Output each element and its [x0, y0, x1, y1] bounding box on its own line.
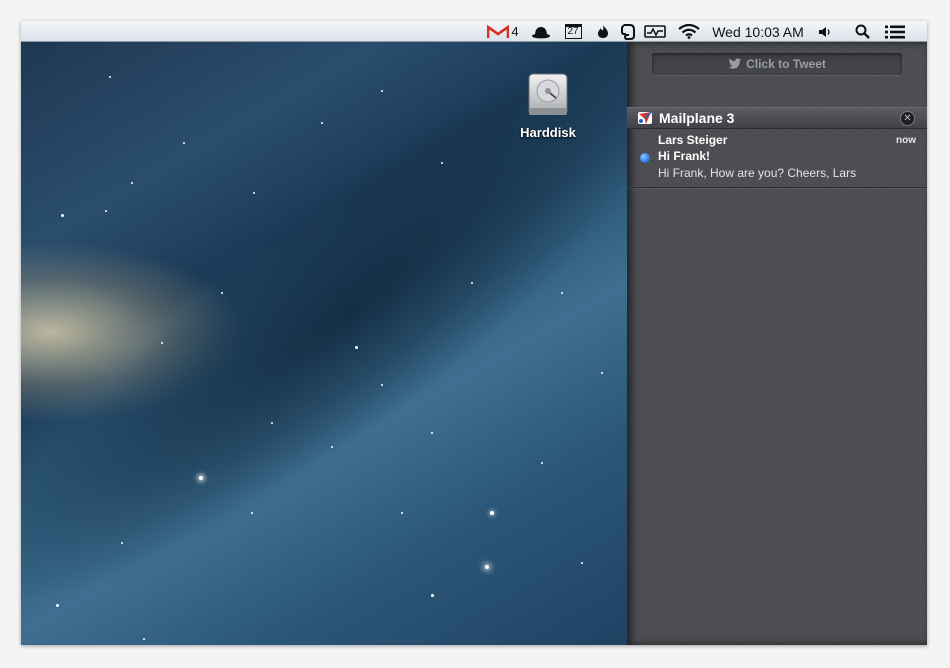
- star: [109, 76, 111, 78]
- notification-subject: Hi Frank!: [658, 149, 711, 163]
- star: [121, 542, 123, 544]
- star: [441, 162, 443, 164]
- desktop-wallpaper: Harddisk: [21, 42, 627, 645]
- star: [183, 142, 185, 144]
- star: [431, 594, 434, 597]
- star: [271, 422, 273, 424]
- menubar-clock[interactable]: Wed 10:03 AM: [707, 21, 809, 42]
- star: [251, 512, 253, 514]
- activity-monitor-icon[interactable]: [643, 21, 667, 42]
- star: [131, 182, 133, 184]
- desktop-icon-label: Harddisk: [520, 125, 576, 140]
- mailplane-section-header[interactable]: Mailplane 3 ✕: [627, 107, 927, 129]
- star: [105, 210, 107, 212]
- star: [401, 512, 403, 514]
- star: [431, 432, 433, 434]
- star: [471, 282, 473, 284]
- star: [485, 565, 489, 569]
- star: [61, 214, 64, 217]
- section-app-title: Mailplane 3: [659, 110, 735, 126]
- click-to-tweet-label: Click to Tweet: [746, 57, 826, 71]
- bowler-hat-icon[interactable]: [531, 21, 551, 42]
- wifi-icon[interactable]: [677, 21, 701, 42]
- volume-icon[interactable]: [817, 21, 833, 42]
- star: [561, 292, 563, 294]
- notification-sender: Lars Steiger: [658, 133, 728, 147]
- harddisk-icon: [528, 73, 568, 115]
- notification-center-panel: Click to Tweet Mailplane 3 ✕ Lars Steige…: [627, 42, 927, 645]
- star: [355, 346, 358, 349]
- star: [199, 476, 203, 480]
- clear-section-close-icon[interactable]: ✕: [900, 111, 915, 126]
- twitter-bird-icon: [728, 58, 742, 69]
- gmail-unread-count: 4: [511, 24, 519, 39]
- notification-body: Hi Frank, How are you? Cheers, Lars: [658, 166, 857, 180]
- star: [161, 342, 163, 344]
- notification-item[interactable]: Lars Steiger now Hi Frank! Hi Frank, How…: [627, 130, 927, 188]
- star: [143, 638, 145, 640]
- star: [490, 511, 494, 515]
- star: [56, 604, 59, 607]
- desktop-icon-harddisk[interactable]: Harddisk: [511, 72, 585, 140]
- gmail-icon: [487, 24, 510, 38]
- star: [581, 562, 583, 564]
- star: [221, 292, 223, 294]
- spotlight-search-icon[interactable]: [853, 21, 871, 42]
- screen: 4 27 Wed 10:03 AM Harddisk Click to Twee…: [21, 21, 927, 645]
- star: [381, 384, 383, 386]
- click-to-tweet-button[interactable]: Click to Tweet: [652, 53, 902, 75]
- star: [541, 462, 543, 464]
- evernote-icon[interactable]: [619, 21, 637, 42]
- star: [601, 372, 603, 374]
- calendar-icon[interactable]: 27: [563, 21, 583, 42]
- star: [321, 122, 323, 124]
- star: [381, 90, 383, 92]
- notification-center-icon[interactable]: [883, 21, 907, 42]
- notification-time: now: [896, 135, 916, 146]
- menu-bar: 4 27 Wed 10:03 AM: [21, 21, 927, 42]
- unread-dot-icon: [640, 153, 650, 163]
- star: [331, 446, 333, 448]
- calendar-day: 27: [564, 24, 582, 39]
- mailplane-app-icon: [638, 111, 652, 124]
- star: [253, 192, 255, 194]
- flame-icon[interactable]: [595, 21, 611, 42]
- gmail-notifier[interactable]: 4: [485, 21, 521, 42]
